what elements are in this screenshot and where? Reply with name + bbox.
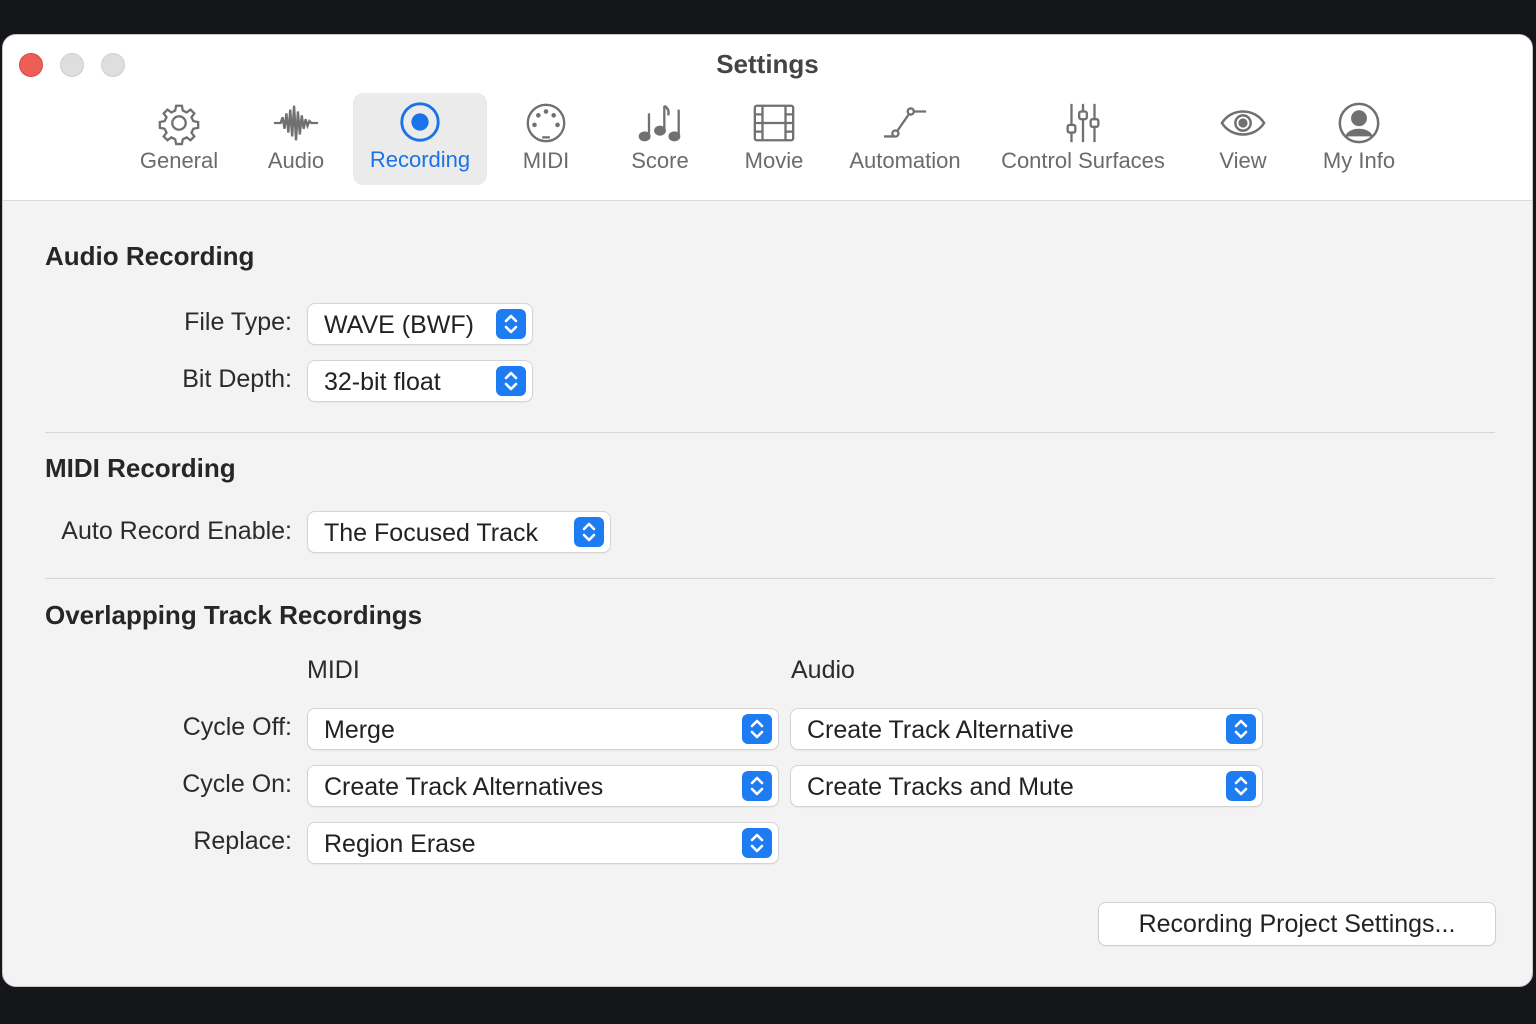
chevron-updown-icon (742, 771, 772, 801)
tab-my-info[interactable]: My Info (1312, 94, 1406, 184)
cycle-on-midi-value: Create Track Alternatives (324, 773, 604, 801)
column-header-midi: MIDI (307, 656, 360, 684)
cycle-on-label: Cycle On: (182, 770, 292, 798)
tab-recording[interactable]: Recording (353, 93, 487, 185)
bit-depth-value: 32-bit float (324, 368, 441, 396)
tab-control-surfaces[interactable]: Control Surfaces (990, 94, 1176, 184)
person-circle-icon (1338, 102, 1380, 144)
gear-icon (158, 104, 200, 146)
bit-depth-popup[interactable]: 32-bit float (308, 361, 532, 401)
window-title: Settings (716, 49, 819, 79)
tab-automation[interactable]: Automation (841, 94, 969, 184)
cycle-off-audio-popup[interactable]: Create Track Alternative (791, 709, 1262, 749)
auto-record-enable-value: The Focused Track (324, 519, 538, 547)
section-title-overlapping: Overlapping Track Recordings (45, 600, 423, 630)
sliders-icon (1066, 103, 1100, 143)
chevron-updown-icon (742, 828, 772, 858)
replace-label: Replace: (193, 827, 292, 855)
chevron-updown-icon (496, 366, 526, 396)
tab-label: My Info (1322, 148, 1396, 173)
tab-score[interactable]: Score (625, 94, 695, 184)
tab-label: Control Surfaces (1001, 148, 1165, 173)
cycle-off-midi-popup[interactable]: Merge (308, 709, 778, 749)
cycle-off-label: Cycle Off: (182, 713, 292, 741)
tab-view[interactable]: View (1210, 94, 1276, 184)
automation-curve-icon (883, 107, 927, 138)
chevron-updown-icon (574, 517, 604, 547)
tab-label: Audio (267, 148, 325, 173)
record-icon (400, 102, 440, 142)
eye-icon (1220, 110, 1266, 136)
chevron-updown-icon (1226, 714, 1256, 744)
tab-label: View (1219, 148, 1267, 173)
tab-general[interactable]: General (134, 94, 224, 184)
chevron-updown-icon (742, 714, 772, 744)
chevron-updown-icon (496, 309, 526, 339)
tab-label: Score (631, 148, 689, 173)
section-divider (45, 578, 1495, 579)
tab-label: Movie (744, 148, 804, 173)
auto-record-enable-label: Auto Record Enable: (61, 517, 292, 545)
music-notes-icon (638, 104, 681, 142)
bit-depth-label: Bit Depth: (182, 365, 292, 393)
cycle-on-audio-popup[interactable]: Create Tracks and Mute (791, 766, 1262, 806)
tab-movie[interactable]: Movie (738, 94, 810, 184)
file-type-popup[interactable]: WAVE (BWF) (308, 304, 532, 344)
tab-audio[interactable]: Audio (257, 94, 335, 184)
cycle-on-midi-popup[interactable]: Create Track Alternatives (308, 766, 778, 806)
midi-connector-icon (526, 103, 566, 143)
tab-label: MIDI (522, 148, 570, 173)
replace-midi-popup[interactable]: Region Erase (308, 823, 778, 863)
cycle-off-midi-value: Merge (324, 716, 395, 744)
tab-label: Recording (369, 147, 471, 172)
auto-record-enable-popup[interactable]: The Focused Track (308, 512, 610, 552)
section-divider (45, 432, 1495, 433)
section-title-audio-recording: Audio Recording (45, 241, 255, 271)
recording-project-settings-button[interactable]: Recording Project Settings... (1099, 903, 1495, 945)
titlebar: Settings General Audio Recording MIDI Sc… (3, 35, 1532, 201)
settings-window: Settings General Audio Recording MIDI Sc… (2, 34, 1533, 987)
column-header-audio: Audio (791, 656, 855, 684)
tab-label: Automation (849, 148, 961, 173)
file-type-value: WAVE (BWF) (324, 311, 474, 339)
file-type-label: File Type: (184, 308, 292, 336)
cycle-off-audio-value: Create Track Alternative (807, 716, 1074, 744)
chevron-updown-icon (1226, 771, 1256, 801)
replace-midi-value: Region Erase (324, 830, 476, 858)
film-icon (753, 104, 795, 142)
tab-midi[interactable]: MIDI (512, 94, 580, 184)
section-title-midi-recording: MIDI Recording (45, 453, 236, 483)
waveform-icon (273, 105, 319, 141)
cycle-on-audio-value: Create Tracks and Mute (807, 773, 1074, 801)
tab-label: General (139, 148, 219, 173)
